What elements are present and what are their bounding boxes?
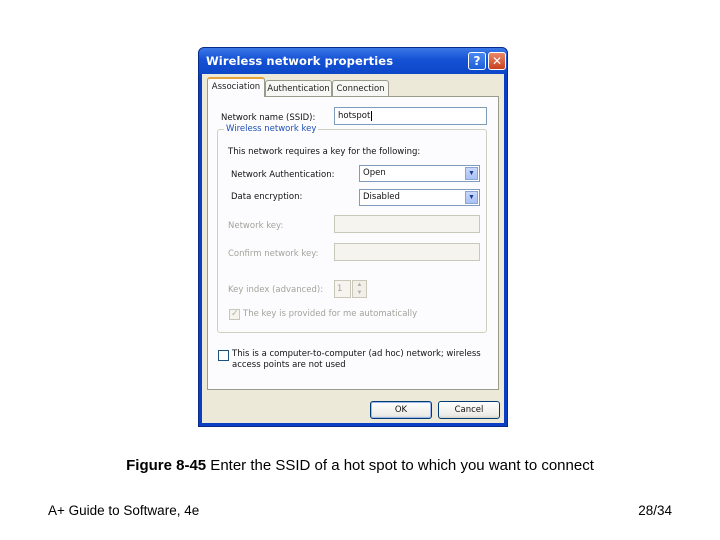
- association-panel: Network name (SSID): hotspot Wireless ne…: [207, 96, 499, 390]
- caption-text: Enter the SSID of a hot spot to which yo…: [206, 457, 594, 474]
- data-encryption-select[interactable]: Disabled ▼: [359, 189, 480, 206]
- cancel-button[interactable]: Cancel: [438, 401, 500, 419]
- ssid-value: hotspot: [338, 111, 371, 121]
- confirm-key-label: Confirm network key:: [228, 249, 319, 259]
- key-index-spinner[interactable]: ▲ ▼: [352, 280, 367, 298]
- data-encryption-value: Disabled: [363, 192, 400, 202]
- adhoc-label-line2: access points are not used: [232, 360, 346, 370]
- ssid-input[interactable]: hotspot: [334, 107, 487, 125]
- ok-button[interactable]: OK: [370, 401, 432, 419]
- adhoc-label-line1: This is a computer-to-computer (ad hoc) …: [232, 349, 481, 359]
- title-bar[interactable]: Wireless network properties ? ✕: [199, 48, 507, 74]
- network-auth-select[interactable]: Open ▼: [359, 165, 480, 182]
- checkmark-icon: ✓: [231, 308, 239, 318]
- data-encryption-label: Data encryption:: [231, 192, 303, 202]
- confirm-key-input[interactable]: [334, 243, 480, 261]
- dialog-title: Wireless network properties: [206, 54, 394, 68]
- key-index-label: Key index (advanced):: [228, 285, 324, 295]
- auto-key-label: The key is provided for me automatically: [243, 309, 418, 319]
- network-key-input[interactable]: [334, 215, 480, 233]
- chevron-down-icon: ▼: [465, 191, 478, 204]
- footer-page-number: 28/34: [638, 503, 672, 518]
- network-auth-label: Network Authentication:: [231, 170, 335, 180]
- spin-down-icon: ▼: [356, 290, 363, 296]
- wireless-key-group-title: Wireless network key: [224, 124, 319, 134]
- figure-caption: Figure 8-45 Enter the SSID of a hot spot…: [0, 457, 720, 474]
- figure-number: Figure 8-45: [126, 457, 207, 474]
- network-key-label: Network key:: [228, 221, 284, 231]
- chevron-down-icon: ▼: [465, 167, 478, 180]
- auto-key-checkbox[interactable]: ✓: [229, 308, 240, 320]
- tab-association[interactable]: Association: [207, 77, 265, 97]
- tab-authentication[interactable]: Authentication: [265, 80, 332, 96]
- network-auth-value: Open: [363, 168, 386, 178]
- dialog-client-area: Association Authentication Connection Ne…: [202, 74, 504, 423]
- help-button[interactable]: ?: [468, 52, 486, 70]
- key-index-value: 1: [337, 284, 343, 294]
- key-index-input[interactable]: 1: [334, 280, 351, 298]
- tab-connection[interactable]: Connection: [332, 80, 389, 96]
- footer-book-title: A+ Guide to Software, 4e: [48, 503, 200, 518]
- close-button[interactable]: ✕: [488, 52, 506, 70]
- wireless-key-group: Wireless network key This network requir…: [217, 124, 487, 333]
- ssid-label: Network name (SSID):: [221, 113, 316, 123]
- spin-up-icon: ▲: [356, 282, 363, 288]
- adhoc-checkbox[interactable]: [218, 350, 229, 361]
- wireless-properties-dialog: Wireless network properties ? ✕ Associat…: [198, 47, 508, 427]
- key-intro-text: This network requires a key for the foll…: [228, 147, 421, 157]
